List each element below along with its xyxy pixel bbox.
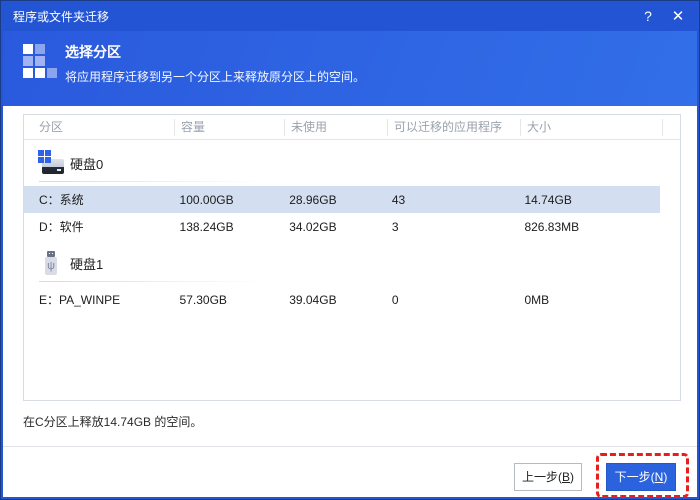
- button-bar-divider: [3, 446, 697, 447]
- table-row[interactable]: E：PA_WINPE 57.30GB 39.04GB 0 0MB: [24, 286, 660, 313]
- cell-size: 14.74GB: [518, 193, 660, 207]
- cell-partition: D：软件: [24, 218, 174, 235]
- table-row[interactable]: C：系统 100.00GB 28.96GB 43 14.74GB: [24, 186, 660, 213]
- titlebar: 程序或文件夹迁移 ? ✕: [1, 1, 699, 31]
- back-button[interactable]: 上一步(B): [514, 463, 582, 491]
- cell-unused: 28.96GB: [283, 193, 386, 207]
- column-header-apps: 可以迁移的应用程序: [387, 119, 520, 136]
- cell-partition: C：系统: [24, 191, 174, 208]
- page-subtitle: 将应用程序迁移到另一个分区上来释放原分区上的空间。: [65, 68, 365, 85]
- window-title: 程序或文件夹迁移: [1, 8, 633, 25]
- hard-disk-icon: [38, 150, 64, 176]
- close-icon[interactable]: ✕: [663, 1, 693, 31]
- cell-unused: 34.02GB: [283, 220, 386, 234]
- cell-apps: 43: [386, 193, 519, 207]
- grid-squares-icon: [23, 44, 57, 78]
- table-header-row: 分区 容量 未使用 可以迁移的应用程序 大小: [24, 115, 680, 140]
- column-header-spacer: [662, 119, 680, 136]
- column-header-partition: 分区: [24, 119, 174, 136]
- column-header-unused: 未使用: [284, 119, 387, 136]
- cell-unused: 39.04GB: [283, 293, 386, 307]
- cell-apps: 0: [386, 293, 519, 307]
- table-row[interactable]: D：软件 138.24GB 34.02GB 3 826.83MB: [24, 213, 660, 240]
- cell-partition: E：PA_WINPE: [24, 291, 174, 308]
- migration-dialog: 程序或文件夹迁移 ? ✕ 选择分区 将应用程序迁移到另一个分区上来释放原分区上的…: [0, 0, 700, 500]
- cell-apps: 3: [386, 220, 519, 234]
- disk-label: 硬盘1: [70, 254, 103, 273]
- disk-label: 硬盘0: [70, 154, 103, 173]
- column-header-size: 大小: [520, 119, 662, 136]
- disk-group-row[interactable]: 硬盘0: [24, 140, 680, 186]
- cell-capacity: 100.00GB: [174, 193, 284, 207]
- help-icon[interactable]: ?: [633, 1, 663, 31]
- next-button[interactable]: 下一步(N): [606, 463, 676, 491]
- cell-size: 0MB: [518, 293, 660, 307]
- cell-size: 826.83MB: [518, 220, 660, 234]
- disk-group-row[interactable]: ψ 硬盘1: [24, 240, 680, 286]
- partition-table: 分区 容量 未使用 可以迁移的应用程序 大小 硬盘0 C：系统 100.00GB…: [23, 114, 681, 401]
- page-title: 选择分区: [65, 42, 365, 62]
- usb-drive-icon: ψ: [38, 250, 64, 276]
- cell-capacity: 138.24GB: [174, 220, 284, 234]
- cell-capacity: 57.30GB: [174, 293, 284, 307]
- release-summary-text: 在C分区上释放14.74GB 的空间。: [23, 413, 202, 430]
- column-header-capacity: 容量: [174, 119, 284, 136]
- header-band: 选择分区 将应用程序迁移到另一个分区上来释放原分区上的空间。: [1, 31, 699, 106]
